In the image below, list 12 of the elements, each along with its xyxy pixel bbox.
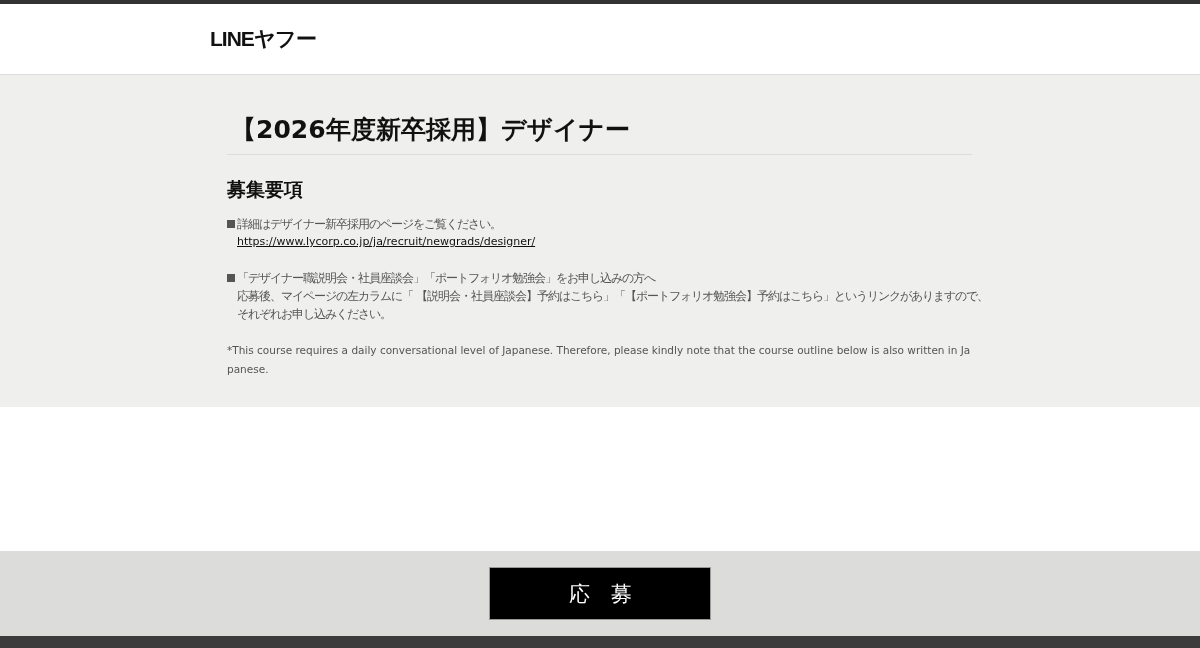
apply-button[interactable]: 応 募 — [489, 567, 711, 620]
bullet-icon — [227, 274, 235, 282]
bullet-icon — [227, 220, 235, 228]
description-text: それぞれお申し込みください。 — [237, 306, 391, 323]
section-heading: 募集要項 — [227, 177, 304, 202]
description-text: 「デザイナー職説明会・社員座談会」「ポートフォリオ勉強会」をお申し込みの方へ — [237, 270, 655, 287]
description-text: 詳細はデザイナー新卒採用のページをご覧ください。 — [237, 216, 501, 233]
link[interactable]: https://www.lycorp.co.jp/ja/recruit/newgrads/designer/ — [237, 233, 536, 251]
description-text: 応募後、マイページの左カラムに「 【説明会・社員座談会】予約はこちら」「【ポートフォリオ勉強会】予約はこちら」というリンクがありますので、 — [237, 288, 988, 305]
language-note: *This course requires a daily conversational level of Japanese. Therefore, please kindly note that the course outline below is also written in Japanese. — [227, 343, 972, 377]
job-title: 【2026年度新卒採用】デザイナー — [227, 113, 972, 155]
logo[interactable]: LINEヤフー — [210, 25, 316, 53]
